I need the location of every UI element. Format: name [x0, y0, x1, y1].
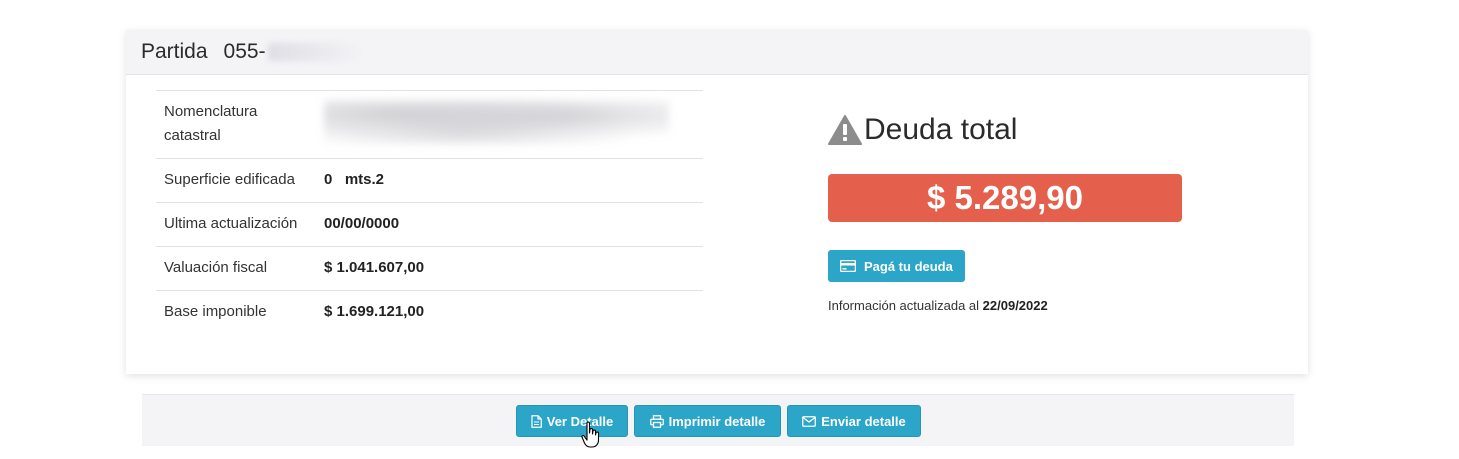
send-detail-button[interactable]: Enviar detalle: [787, 405, 921, 437]
debt-title-text: Deuda total: [864, 113, 1018, 146]
debt-title: Deuda total: [828, 108, 1188, 152]
print-detail-label: Imprimir detalle: [668, 413, 766, 429]
row-value-nomenclatura: [316, 91, 703, 159]
send-detail-label: Enviar detalle: [821, 413, 906, 429]
row-value-ultima-actualizacion: 00/00/0000: [324, 215, 400, 232]
row-label-valuacion-fiscal: Valuación fiscal: [164, 259, 268, 276]
view-detail-button[interactable]: Ver Detalle: [516, 405, 628, 437]
table-row: Nomenclatura catastral: [156, 90, 703, 159]
print-detail-button[interactable]: Imprimir detalle: [634, 405, 781, 437]
view-detail-label: Ver Detalle: [546, 413, 614, 429]
printer-icon: [649, 414, 664, 428]
row-label-ultima-actualizacion: Ultima actualización: [164, 215, 298, 232]
row-label-nomenclatura: Nomenclatura catastral: [164, 103, 258, 144]
redacted-nomenclatura: [324, 100, 669, 144]
row-label-base-imponible: Base imponible: [164, 303, 267, 320]
property-info-table: Nomenclatura catastral Superficie edific…: [156, 90, 703, 334]
credit-card-icon: [840, 260, 856, 272]
pay-debt-button[interactable]: Pagá tu deuda: [828, 250, 965, 282]
card-header: Partida 055-: [126, 30, 1308, 75]
redacted-partida: [267, 43, 358, 61]
table-row: Base imponible $ 1.699.121,00: [156, 290, 703, 335]
partida-card: Partida 055- Nomenclatura catastral Supe…: [126, 30, 1308, 374]
updated-prefix: Información actualizada al: [828, 298, 980, 313]
document-icon: [531, 414, 542, 428]
envelope-icon: [802, 415, 817, 427]
debt-panel: Deuda total $ 5.289,90 Pagá tu deuda Inf…: [828, 108, 1188, 313]
table-row: Valuación fiscal $ 1.041.607,00: [156, 246, 703, 291]
row-value-base-imponible: $ 1.699.121,00: [324, 303, 425, 320]
warning-icon: [828, 115, 862, 145]
table-row: Superficie edificada 0 mts.2: [156, 158, 703, 203]
partida-label: Partida: [141, 40, 208, 63]
updated-date: 22/09/2022: [982, 298, 1048, 313]
detail-actions: Ver Detalle Imprimir detalle Enviar deta…: [516, 405, 921, 437]
row-label-superficie: Superficie edificada: [164, 171, 295, 188]
row-value-superficie: 0 mts.2: [324, 171, 385, 188]
row-value-valuacion-fiscal: $ 1.041.607,00: [324, 259, 425, 276]
hand-cursor-icon: [581, 421, 600, 448]
partida-number: 055-: [223, 40, 266, 63]
debt-amount: $ 5.289,90: [828, 174, 1182, 222]
pay-debt-label: Pagá tu deuda: [864, 258, 953, 274]
updated-info: Información actualizada al 22/09/2022: [828, 298, 1188, 313]
table-row: Ultima actualización 00/00/0000: [156, 202, 703, 247]
